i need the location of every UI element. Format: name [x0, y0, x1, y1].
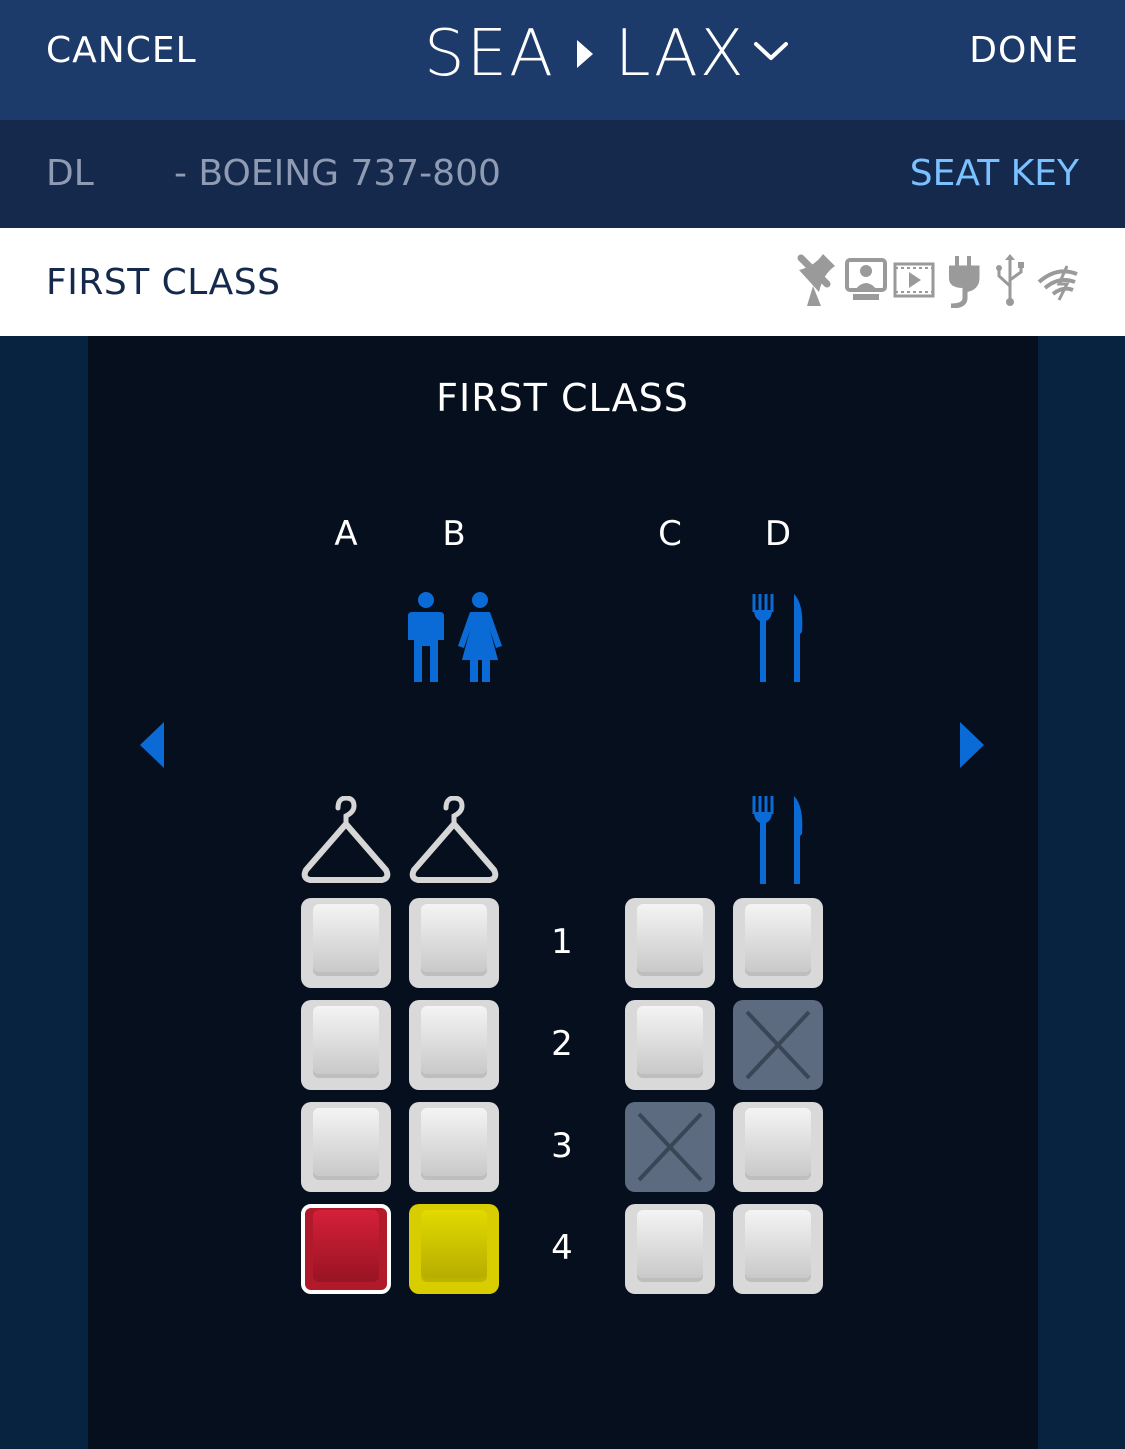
seat-1c[interactable] — [625, 898, 715, 988]
row-number-4: 4 — [551, 1228, 573, 1268]
done-button[interactable]: DONE — [969, 30, 1079, 71]
seat-2c[interactable] — [625, 1000, 715, 1090]
origin-code: SEA — [424, 17, 555, 91]
seat-1d[interactable] — [733, 898, 823, 988]
aircraft-model: - BOEING 737-800 — [174, 153, 501, 194]
seat-4c[interactable] — [625, 1204, 715, 1294]
chevron-down-icon[interactable] — [752, 36, 790, 66]
lavatory-icon — [408, 592, 502, 682]
closet-icon — [301, 796, 391, 883]
seat-2b[interactable] — [409, 1000, 499, 1090]
seat-2d[interactable] — [733, 1000, 823, 1090]
row-number-3: 3 — [551, 1126, 573, 1166]
cabin-name: FIRST CLASS — [46, 262, 281, 303]
usb-icon — [996, 254, 1024, 306]
seat-3b[interactable] — [409, 1102, 499, 1192]
seat-key-link[interactable]: SEAT KEY — [910, 153, 1079, 194]
route-title[interactable]: SEA LAX — [424, 14, 746, 94]
row-number-2: 2 — [551, 1024, 573, 1064]
next-cabin-arrow-icon[interactable] — [956, 720, 986, 770]
carrier-code: DL — [46, 153, 94, 194]
wifi-icon — [1037, 265, 1078, 301]
column-letter-a: A — [334, 514, 358, 554]
seat-3a[interactable] — [301, 1102, 391, 1192]
seatmap-cabin[interactable] — [88, 336, 1038, 1449]
galley-icon — [752, 594, 803, 682]
occupied-x-icon — [637, 1112, 703, 1182]
seat-4b[interactable] — [409, 1204, 499, 1294]
seat-4d[interactable] — [733, 1204, 823, 1294]
occupied-x-icon — [745, 1010, 811, 1080]
aircraft-info-bar: DL - BOEING 737-800 SEAT KEY — [0, 120, 1125, 228]
route-arrow-icon — [576, 40, 593, 68]
destination-code: LAX — [614, 17, 746, 91]
amenity-icons — [797, 252, 1079, 308]
seat-3c[interactable] — [625, 1102, 715, 1192]
seat-2a[interactable] — [301, 1000, 391, 1090]
column-letter-b: B — [442, 514, 466, 554]
seatmap-cabin-title: FIRST CLASS — [436, 376, 689, 420]
seat-3d[interactable] — [733, 1102, 823, 1192]
seat-4a[interactable] — [301, 1204, 391, 1294]
film-icon — [893, 262, 935, 298]
row-number-1: 1 — [551, 922, 573, 962]
previous-cabin-arrow-icon[interactable] — [138, 720, 168, 770]
seat-1a[interactable] — [301, 898, 391, 988]
satellite-icon — [797, 254, 835, 306]
seatback-screen-icon — [845, 258, 887, 300]
closet-icon — [409, 796, 499, 883]
power-plug-icon — [949, 256, 980, 308]
galley-icon — [752, 796, 803, 884]
top-header: CANCEL SEA LAX DONE — [0, 0, 1125, 120]
column-letter-d: D — [764, 514, 792, 554]
cancel-button[interactable]: CANCEL — [46, 30, 197, 71]
column-letter-c: C — [658, 514, 682, 554]
seat-1b[interactable] — [409, 898, 499, 988]
